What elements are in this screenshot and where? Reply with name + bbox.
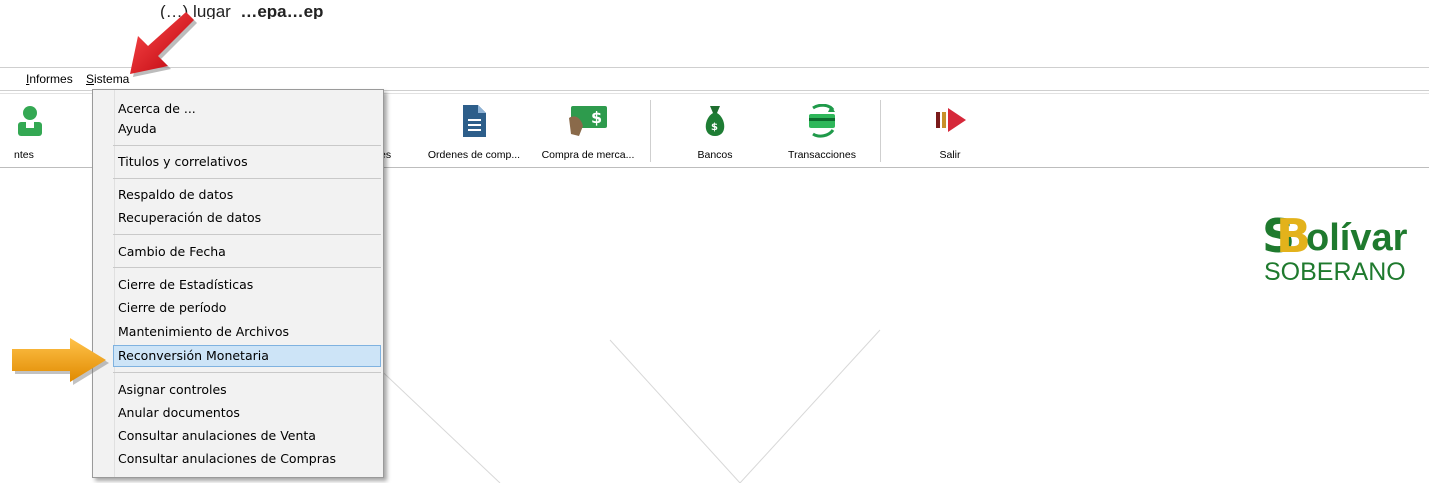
menu-item-cierre-estadisticas[interactable]: Cierre de Estadísticas (113, 274, 381, 296)
menu-bar: Informes Sistema (0, 67, 1429, 91)
toolbar-separator (650, 100, 651, 162)
toolbar-label: Bancos (697, 149, 733, 161)
menu-item-cambio-fecha[interactable]: Cambio de Fecha (113, 241, 381, 263)
toolbar-label: Salir (939, 149, 961, 161)
menu-item-ayuda[interactable]: Ayuda (113, 118, 381, 140)
toolbar-hidden-button[interactable]: es (380, 94, 410, 166)
red-annotation-arrow (130, 12, 197, 77)
document-icon (463, 105, 486, 137)
menu-separator (113, 234, 381, 235)
menu-item-respaldo-datos[interactable]: Respaldo de datos (113, 184, 381, 206)
toolbar-clientes-button[interactable]: ntes (0, 94, 60, 166)
card-exchange-icon (809, 104, 835, 138)
menu-gutter (93, 90, 115, 477)
menu-separator (113, 267, 381, 268)
menu-item-titulos-correlativos[interactable]: Titulos y correlativos (113, 151, 381, 173)
toolbar-bancos-button[interactable]: $ Bancos (670, 94, 760, 166)
document-text-bold: …epa…ep (240, 2, 324, 21)
money-hand-icon: $ (569, 106, 607, 136)
menu-item-asignar-controles[interactable]: Asignar controles (113, 379, 381, 401)
person-icon (18, 106, 42, 136)
menu-separator (113, 178, 381, 179)
svg-text:$: $ (591, 108, 602, 127)
document-text: (…) lugar …epa…ep (160, 2, 630, 21)
toolbar-salir-button[interactable]: Salir (900, 94, 1000, 166)
orange-annotation-arrow (12, 338, 109, 385)
logo-line1: olívar (1306, 217, 1408, 259)
toolbar-separator (880, 100, 881, 162)
toolbar-label: Ordenes de comp... (427, 149, 521, 161)
logo-line2: SOBERANO (1264, 258, 1406, 286)
bolivar-soberano-logo: S B olívar SOBERANO (1262, 209, 1408, 286)
menu-item-mantenimiento-archivos[interactable]: Mantenimiento de Archivos (113, 321, 381, 343)
toolbar-compra-button[interactable]: $ Compra de merca... (532, 94, 644, 166)
toolbar-transacciones-button[interactable]: Transacciones (766, 94, 878, 166)
menu-separator (113, 372, 381, 373)
sistema-dropdown-menu: Acerca de ... Ayuda Titulos y correlativ… (92, 89, 384, 478)
toolbar-label: es (380, 149, 392, 161)
menu-informes[interactable]: Informes (26, 72, 73, 86)
menu-item-cierre-periodo[interactable]: Cierre de período (113, 297, 381, 319)
menu-item-consultar-anulaciones-venta[interactable]: Consultar anulaciones de Venta (113, 425, 381, 447)
money-bag-icon: $ (705, 106, 725, 136)
toolbar-ordenes-button[interactable]: Ordenes de comp... (418, 94, 530, 166)
menu-item-recuperacion-datos[interactable]: Recuperación de datos (113, 207, 381, 229)
toolbar-label: ntes (14, 149, 34, 161)
menu-item-acerca-de[interactable]: Acerca de ... (113, 98, 381, 120)
menu-separator (113, 145, 381, 146)
svg-text:$: $ (711, 122, 718, 133)
menu-item-anular-documentos[interactable]: Anular documentos (113, 402, 381, 424)
background-lines (369, 329, 881, 483)
menu-item-reconversion-monetaria[interactable]: Reconversión Monetaria (113, 345, 381, 367)
toolbar-label: Compra de merca... (541, 149, 635, 161)
exit-arrow-icon (936, 108, 966, 132)
toolbar-label: Transacciones (788, 149, 856, 161)
menu-item-consultar-anulaciones-compras[interactable]: Consultar anulaciones de Compras (113, 448, 381, 470)
